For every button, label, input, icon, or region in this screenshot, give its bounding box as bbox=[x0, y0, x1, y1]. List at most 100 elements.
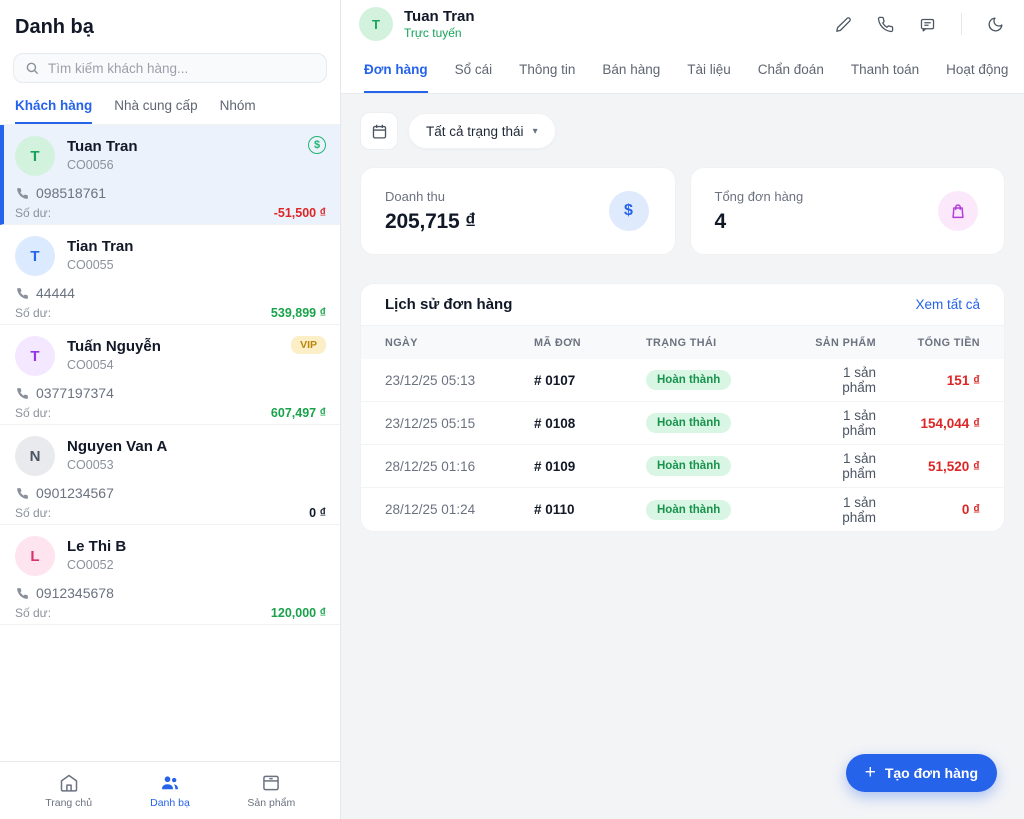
tab-orders[interactable]: Đơn hàng bbox=[364, 48, 428, 93]
balance-label: Số dư: bbox=[15, 506, 52, 520]
bottom-nav: Trang chủ Danh bạ Sản phẩm bbox=[0, 761, 340, 819]
filter-row: Tất cả trạng thái ▾ bbox=[360, 112, 1005, 150]
status-filter-dropdown[interactable]: Tất cả trạng thái ▾ bbox=[408, 113, 556, 149]
customer-balance: 539,899 ₫ bbox=[270, 306, 326, 320]
order-products: 1 sản phẩm bbox=[842, 451, 876, 481]
order-date: 28/12/25 01:16 bbox=[385, 458, 476, 474]
detail-tab-bar: Đơn hàng Sổ cái Thông tin Bán hàng Tài l… bbox=[341, 48, 1024, 94]
order-total: 151 ₫ bbox=[946, 372, 980, 388]
customer-avatar: T bbox=[15, 336, 55, 376]
customer-phone: 44444 bbox=[16, 285, 326, 301]
order-row[interactable]: 23/12/25 05:13 # 0107 Hoàn thành 1 sản p… bbox=[361, 359, 1004, 402]
date-filter-button[interactable] bbox=[360, 112, 398, 150]
customer-avatar: T bbox=[15, 136, 55, 176]
customer-avatar: T bbox=[15, 236, 55, 276]
order-row[interactable]: 28/12/25 01:16 # 0109 Hoàn thành 1 sản p… bbox=[361, 445, 1004, 488]
customer-list-item[interactable]: N Nguyen Van A CO0053 0901234567 Số dư: … bbox=[0, 425, 340, 525]
search-box[interactable] bbox=[13, 53, 327, 83]
customer-name: Tian Tran bbox=[67, 238, 134, 255]
dollar-circle-icon: $ bbox=[308, 136, 326, 154]
order-products: 1 sản phẩm bbox=[842, 494, 876, 525]
phone-icon bbox=[17, 187, 28, 199]
vip-badge: VIP bbox=[291, 336, 326, 354]
sidebar-tab-customers[interactable]: Khách hàng bbox=[15, 98, 93, 124]
sidebar-header: Danh bạ Khách hàng Nhà cung cấp Nhóm bbox=[0, 0, 340, 124]
order-row[interactable]: 28/12/25 01:24 # 0110 Hoàn thành 1 sản p… bbox=[361, 488, 1004, 531]
tab-info[interactable]: Thông tin bbox=[519, 48, 575, 93]
dark-mode-icon[interactable] bbox=[987, 16, 1004, 33]
orders-content: Tất cả trạng thái ▾ Doanh thu 205,715 ₫ … bbox=[341, 94, 1024, 819]
total-orders-value: 4 bbox=[714, 209, 727, 233]
customer-list-item[interactable]: T Tuấn Nguyễn CO0054 VIP 0377197374 Số d… bbox=[0, 325, 340, 425]
tab-documents[interactable]: Tài liệu bbox=[687, 48, 731, 93]
call-icon[interactable] bbox=[877, 16, 894, 33]
tab-diagnosis[interactable]: Chẩn đoán bbox=[758, 48, 824, 93]
tab-activity[interactable]: Hoạt động bbox=[946, 48, 1008, 93]
customer-balance: 0 ₫ bbox=[309, 506, 326, 520]
customer-balance: 607,497 ₫ bbox=[270, 406, 326, 420]
customer-balance: -51,500 ₫ bbox=[273, 206, 326, 220]
tab-sales[interactable]: Bán hàng bbox=[602, 48, 660, 93]
table-header-row: NGÀY MÃ ĐƠN TRẠNG THÁI SẢN PHẨM TỔNG TIỀ… bbox=[361, 326, 1004, 359]
edit-icon[interactable] bbox=[835, 16, 852, 33]
order-id: # 0110 bbox=[534, 502, 575, 517]
customer-avatar: L bbox=[15, 536, 55, 576]
customer-list-item[interactable]: T Tuan Tran CO0056 $ 098518761 Số dư: -5… bbox=[0, 125, 340, 225]
customer-list: T Tuan Tran CO0056 $ 098518761 Số dư: -5… bbox=[0, 124, 340, 761]
search-input[interactable] bbox=[48, 60, 315, 76]
nav-item-home[interactable]: Trang chủ bbox=[29, 773, 109, 809]
order-date: 23/12/25 05:15 bbox=[385, 415, 476, 431]
order-row[interactable]: 23/12/25 05:15 # 0108 Hoàn thành 1 sản p… bbox=[361, 402, 1004, 445]
balance-label: Số dư: bbox=[15, 206, 52, 220]
customer-phone: 098518761 bbox=[16, 185, 326, 201]
tab-ledger[interactable]: Sổ cái bbox=[455, 48, 493, 93]
divider bbox=[961, 13, 962, 35]
view-all-link[interactable]: Xem tất cả bbox=[915, 297, 980, 312]
customer-name: Tuan Tran bbox=[404, 7, 475, 25]
online-status: Trực tuyến bbox=[404, 26, 462, 41]
contacts-sidebar: Danh bạ Khách hàng Nhà cung cấp Nhóm T T… bbox=[0, 0, 341, 819]
stat-cards: Doanh thu 205,715 ₫ $ Tổng đơn hàng 4 bbox=[360, 167, 1005, 255]
customer-name: Tuan Tran bbox=[67, 138, 138, 155]
tab-payments[interactable]: Thanh toán bbox=[851, 48, 919, 93]
order-status: Hoàn thành bbox=[646, 456, 806, 476]
nav-item-contacts[interactable]: Danh bạ bbox=[130, 773, 210, 809]
customer-list-item[interactable]: L Le Thi B CO0052 0912345678 Số dư: 120,… bbox=[0, 525, 340, 625]
contacts-icon bbox=[162, 775, 178, 789]
revenue-label: Doanh thu bbox=[385, 188, 445, 204]
customer-code: CO0056 bbox=[67, 158, 114, 172]
order-id: # 0107 bbox=[534, 372, 576, 388]
customer-name: Nguyen Van A bbox=[67, 438, 168, 455]
create-order-button[interactable]: + Tạo đơn hàng bbox=[845, 754, 997, 792]
customer-phone: 0377197374 bbox=[16, 385, 326, 401]
total-orders-label: Tổng đơn hàng bbox=[714, 188, 804, 204]
revenue-card: Doanh thu 205,715 ₫ $ bbox=[360, 167, 676, 255]
customer-name: Le Thi B bbox=[67, 538, 127, 555]
customer-list-item[interactable]: T Tian Tran CO0055 44444 Số dư: 539,899 … bbox=[0, 225, 340, 325]
sidebar-tab-suppliers[interactable]: Nhà cung cấp bbox=[114, 98, 197, 124]
customer-code: CO0054 bbox=[67, 358, 114, 372]
customer-code: CO0053 bbox=[67, 458, 114, 472]
nav-item-products[interactable]: Sản phẩm bbox=[231, 773, 311, 809]
total-orders-card: Tổng đơn hàng 4 bbox=[689, 167, 1005, 255]
order-date: 23/12/25 05:13 bbox=[385, 372, 476, 388]
dollar-icon: $ bbox=[608, 191, 649, 231]
order-status: Hoàn thành bbox=[646, 370, 806, 390]
balance-label: Số dư: bbox=[15, 606, 52, 620]
product-box-icon bbox=[263, 775, 280, 790]
customer-avatar: T bbox=[359, 7, 393, 41]
order-products: 1 sản phẩm bbox=[842, 408, 876, 438]
customer-code: CO0055 bbox=[67, 258, 114, 272]
app: Danh bạ Khách hàng Nhà cung cấp Nhóm T T… bbox=[0, 0, 1024, 819]
order-id: # 0108 bbox=[534, 415, 576, 431]
sidebar-tabs: Khách hàng Nhà cung cấp Nhóm bbox=[15, 98, 327, 124]
header-actions bbox=[835, 13, 1004, 35]
order-total: 51,520 ₫ bbox=[928, 458, 980, 474]
plus-icon: + bbox=[864, 761, 876, 783]
message-icon[interactable] bbox=[919, 16, 936, 33]
status-badge: Hoàn thành bbox=[646, 499, 732, 520]
sidebar-tab-groups[interactable]: Nhóm bbox=[220, 98, 256, 124]
balance-label: Số dư: bbox=[15, 306, 52, 320]
order-status: Hoàn thành bbox=[646, 413, 806, 433]
phone-icon bbox=[17, 287, 28, 299]
